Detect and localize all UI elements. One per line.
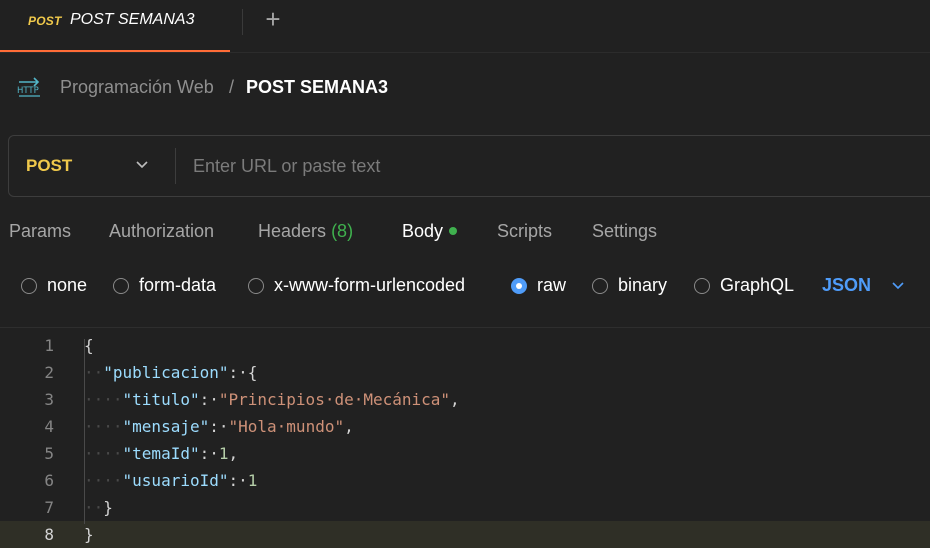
code-text: ··"publicacion":·{: [84, 363, 257, 382]
tab-settings-label: Settings: [592, 221, 658, 241]
editor-line[interactable]: 3 ····"titulo":·"Principios·de·Mecánica",: [0, 386, 930, 413]
tab-params-label: Params: [9, 221, 72, 241]
code-text: ····"titulo":·"Principios·de·Mecánica",: [84, 390, 460, 409]
line-number: 4: [44, 417, 54, 436]
editor-line[interactable]: 6 ····"usuarioId":·1: [0, 467, 930, 494]
code-token: "mensaje": [122, 417, 210, 436]
method-select[interactable]: POST: [9, 136, 175, 196]
tab-separator: [242, 9, 243, 35]
tab-body-label: Body: [402, 221, 444, 241]
code-token: "temaId": [122, 444, 200, 463]
url-bar: POST: [8, 135, 930, 197]
code-token: ··: [84, 363, 104, 382]
line-number: 3: [44, 390, 54, 409]
radio-urlencoded[interactable]: [248, 278, 264, 294]
chevron-down-icon: [136, 161, 148, 169]
http-icon: HTTP: [17, 77, 40, 97]
url-input[interactable]: [189, 150, 897, 182]
code-token: ····: [84, 444, 123, 463]
tab-scripts-label: Scripts: [497, 221, 553, 241]
code-token: :·: [199, 444, 219, 463]
body-type-binary-label: binary: [618, 275, 668, 295]
headers-count-badge: (8): [331, 221, 354, 241]
body-type-graphql-label: GraphQL: [720, 275, 795, 295]
code-token: "Principios·de·Mecánica": [218, 390, 451, 409]
editor-line[interactable]: 2 ··"publicacion":·{: [0, 359, 930, 386]
code-token: "publicacion": [103, 363, 229, 382]
chevron-down-icon: [892, 282, 904, 290]
body-modified-dot-icon: [449, 227, 458, 235]
editor-line[interactable]: 8}: [0, 521, 930, 548]
tab-bar: POST POST SEMANA3 +: [0, 0, 930, 53]
line-number: 8: [44, 525, 54, 544]
code-text: ··}: [84, 498, 113, 517]
code-text: }: [84, 525, 94, 544]
radio-none[interactable]: [21, 278, 37, 294]
code-token: ····: [84, 390, 123, 409]
code-token: {: [84, 336, 94, 355]
code-token: }: [103, 498, 113, 517]
tab-title: POST SEMANA3: [70, 11, 195, 28]
radio-graphql[interactable]: [694, 278, 710, 294]
code-text: ····"mensaje":·"Hola·mundo",: [84, 417, 354, 436]
line-number: 1: [44, 336, 54, 355]
code-token: ,: [450, 390, 460, 409]
code-token: :·: [199, 390, 219, 409]
tab-body[interactable]: Body: [402, 221, 458, 242]
code-token: ····: [84, 471, 123, 490]
breadcrumb-request-name[interactable]: POST SEMANA3: [246, 77, 388, 98]
code-token: ,: [228, 444, 239, 463]
code-token: ,: [344, 417, 354, 436]
radio-form-data[interactable]: [113, 278, 129, 294]
tab-authorization-label: Authorization: [109, 221, 215, 241]
code-text: ····"usuarioId":·1: [84, 471, 257, 490]
code-token: ··: [84, 498, 104, 517]
code-token: "titulo": [122, 390, 200, 409]
line-number: 6: [44, 471, 54, 490]
language-value: JSON: [822, 275, 872, 295]
breadcrumb-collection[interactable]: Programación Web: [60, 77, 214, 98]
tab-headers[interactable]: Headers (8): [258, 221, 353, 242]
code-token: }: [84, 525, 94, 544]
code-token: ····: [84, 417, 123, 436]
body-type-raw-label: raw: [537, 275, 567, 295]
body-type-form-data-label: form-data: [139, 275, 217, 295]
radio-binary[interactable]: [592, 278, 608, 294]
code-text: {: [84, 336, 94, 355]
code-token: :·: [209, 417, 229, 436]
request-tab-post-semana3[interactable]: POST POST SEMANA3: [0, 0, 230, 52]
new-tab-plus-icon[interactable]: +: [261, 6, 285, 34]
method-value: POST: [26, 156, 73, 175]
code-editor[interactable]: 1{2 ··"publicacion":·{3 ····"titulo":·"Pri…: [0, 327, 930, 548]
code-token: :·: [228, 471, 248, 490]
code-token: "Hola·mundo": [228, 417, 345, 436]
indent-guide: [84, 339, 85, 524]
editor-line[interactable]: 1{: [0, 332, 930, 359]
svg-text:HTTP: HTTP: [17, 86, 39, 96]
body-type-none-label: none: [47, 275, 88, 295]
code-token: 1: [247, 471, 258, 490]
editor-line[interactable]: 4 ····"mensaje":·"Hola·mundo",: [0, 413, 930, 440]
tab-authorization[interactable]: Authorization: [109, 221, 214, 242]
code-token: 1: [218, 444, 229, 463]
editor-line[interactable]: 5 ····"temaId":·1,: [0, 440, 930, 467]
tab-headers-label: Headers: [258, 221, 327, 241]
tab-settings[interactable]: Settings: [592, 221, 657, 242]
tab-method-badge: POST: [28, 14, 62, 28]
code-token: "usuarioId": [122, 471, 229, 490]
tab-params[interactable]: Params: [9, 221, 71, 242]
code-text: ····"temaId":·1,: [84, 444, 238, 463]
line-number: 7: [44, 498, 54, 517]
radio-raw[interactable]: [511, 278, 527, 294]
line-number: 2: [44, 363, 54, 382]
line-number: 5: [44, 444, 54, 463]
body-type-urlencoded-label: x-www-form-urlencoded: [274, 275, 466, 295]
editor-line[interactable]: 7 ··}: [0, 494, 930, 521]
url-divider: [175, 148, 176, 184]
code-token: :·{: [228, 363, 258, 382]
breadcrumb-separator: /: [229, 77, 235, 97]
tab-scripts[interactable]: Scripts: [497, 221, 552, 242]
